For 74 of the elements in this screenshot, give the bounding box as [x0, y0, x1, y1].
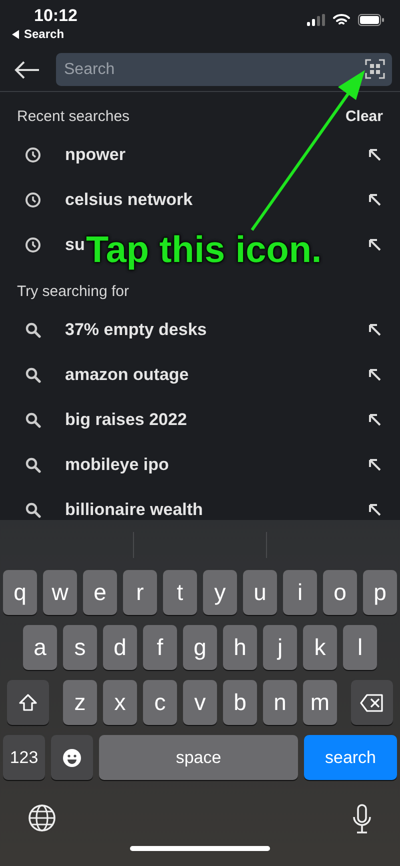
key[interactable]: v: [183, 680, 217, 725]
key[interactable]: i: [283, 570, 317, 615]
key[interactable]: j: [263, 625, 297, 670]
status-time: 10:12: [33, 6, 78, 26]
back-arrow-icon[interactable]: [14, 60, 40, 78]
clock-icon: [25, 236, 41, 252]
key[interactable]: a: [23, 625, 57, 670]
key[interactable]: x: [103, 680, 137, 725]
battery-icon: [358, 14, 384, 26]
key[interactable]: u: [243, 570, 277, 615]
clock-icon: [25, 192, 41, 208]
backspace-icon: [360, 694, 384, 712]
clear-button[interactable]: Clear: [345, 106, 383, 132]
search-icon: [25, 366, 41, 382]
key[interactable]: n: [263, 680, 297, 725]
clock-icon: [25, 146, 41, 162]
key[interactable]: m: [303, 680, 337, 725]
key[interactable]: l: [343, 625, 377, 670]
search-field[interactable]: Search: [56, 53, 392, 86]
fill-arrow-icon[interactable]: [368, 322, 382, 336]
suggestion-text[interactable]: amazon outage: [65, 362, 189, 388]
suggestion-text[interactable]: celsius network: [65, 186, 193, 212]
key[interactable]: h: [223, 625, 257, 670]
emoji-key[interactable]: [51, 735, 93, 780]
annotation-text: Tap this icon.: [86, 230, 322, 271]
search-icon: [25, 412, 41, 428]
search-icon: [25, 322, 41, 338]
fill-arrow-icon[interactable]: [368, 502, 382, 516]
key[interactable]: d: [103, 625, 137, 670]
search-icon: [25, 502, 41, 518]
suggestion-text[interactable]: npower: [65, 142, 126, 168]
fill-arrow-icon[interactable]: [368, 412, 382, 426]
back-triangle-icon: [12, 30, 20, 38]
numbers-key[interactable]: 123: [3, 735, 45, 780]
fill-arrow-icon[interactable]: [368, 192, 382, 206]
key[interactable]: b: [223, 680, 257, 725]
key[interactable]: k: [303, 625, 337, 670]
shift-icon: [18, 692, 38, 712]
key[interactable]: e: [83, 570, 117, 615]
key[interactable]: g: [183, 625, 217, 670]
space-key[interactable]: space: [99, 735, 298, 780]
suggestion-text[interactable]: 37% empty desks: [65, 316, 207, 342]
microphone-icon[interactable]: [352, 804, 372, 834]
fill-arrow-icon[interactable]: [368, 148, 382, 162]
signal-icon: [307, 14, 325, 26]
key[interactable]: p: [363, 570, 397, 615]
key[interactable]: o: [323, 570, 357, 615]
key[interactable]: r: [123, 570, 157, 615]
key[interactable]: w: [43, 570, 77, 615]
suggestion-text[interactable]: mobileye ipo: [65, 452, 169, 478]
fill-arrow-icon[interactable]: [368, 368, 382, 382]
suggestion-text[interactable]: big raises 2022: [65, 406, 187, 432]
key[interactable]: f: [143, 625, 177, 670]
back-link[interactable]: Search: [12, 26, 78, 42]
key[interactable]: s: [63, 625, 97, 670]
delete-key[interactable]: [351, 680, 393, 725]
search-icon: [25, 456, 41, 472]
key[interactable]: q: [3, 570, 37, 615]
section-title: Recent searches: [17, 107, 130, 127]
globe-icon[interactable]: [28, 804, 56, 832]
key[interactable]: y: [203, 570, 237, 615]
key[interactable]: c: [143, 680, 177, 725]
section-title: Try searching for: [17, 282, 129, 302]
wifi-icon: [333, 14, 350, 26]
search-key[interactable]: search: [304, 735, 397, 780]
key[interactable]: z: [63, 680, 97, 725]
suggestion-text[interactable]: su: [65, 232, 85, 258]
scan-icon[interactable]: [365, 59, 385, 79]
suggestion-text[interactable]: billionaire wealth: [65, 496, 203, 520]
fill-arrow-icon[interactable]: [368, 238, 382, 252]
fill-arrow-icon[interactable]: [368, 458, 382, 472]
key[interactable]: t: [163, 570, 197, 615]
smiley-icon: [62, 748, 82, 768]
shift-key[interactable]: [7, 680, 49, 725]
